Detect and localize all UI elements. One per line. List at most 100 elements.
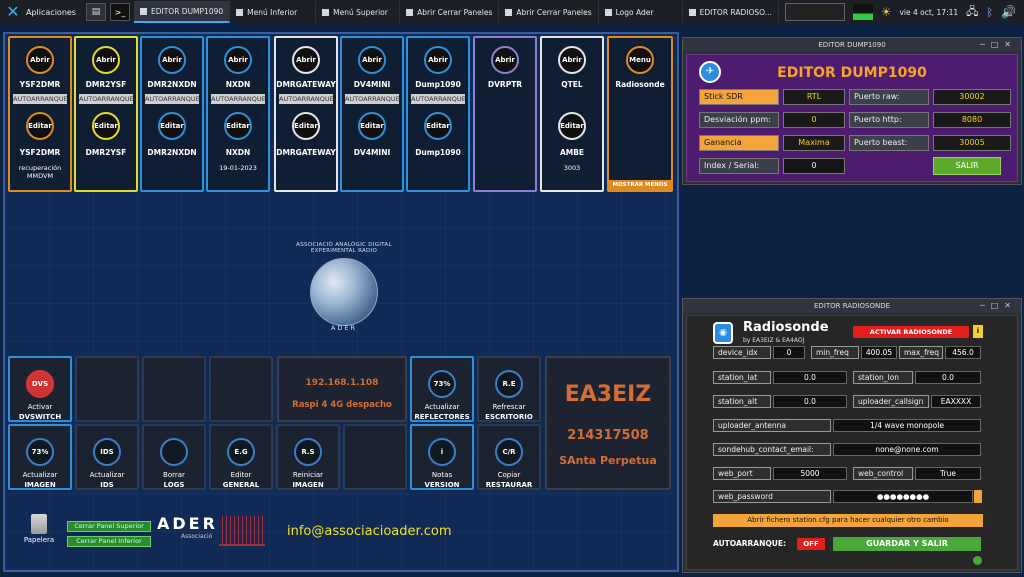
stick-sdr-dropdown[interactable]: Stick SDR (699, 89, 779, 105)
open-button[interactable]: Abrir (224, 46, 252, 74)
bottom-tile-r1b-2[interactable]: R.E Refrescar ESCRITORIO (477, 356, 541, 422)
open-button[interactable]: Menu (626, 46, 654, 74)
device-idx-input[interactable]: 0 (773, 346, 805, 359)
task-abrir-cerrar-paneles-1[interactable]: Abrir Cerrar Paneles (400, 1, 500, 23)
open-station-cfg-button[interactable]: Abrir fichero station.cfg para hacer cua… (713, 514, 983, 527)
autostart-button[interactable]: AUTOARRANQUE (279, 94, 334, 104)
station-lon-input[interactable]: 0.0 (915, 371, 981, 384)
open-button[interactable]: Abrir (26, 46, 54, 74)
show-password-icon[interactable] (974, 490, 982, 503)
station-lat-input[interactable]: 0.0 (773, 371, 847, 384)
terminal-icon[interactable]: >_ (109, 3, 130, 21)
close-top-panel-button[interactable]: Cerrar Panel Superior (67, 521, 151, 532)
app-name: DV4MINI (353, 80, 391, 89)
autostart-button[interactable]: AUTOARRANQUE (345, 94, 400, 104)
http-port-input[interactable]: 8080 (933, 112, 1011, 128)
window-controls[interactable]: ─□✕ (980, 299, 1017, 313)
bottom-tile-r2-2[interactable]: IDS Actualizar IDS (75, 424, 139, 490)
beast-port-input[interactable]: 30005 (933, 135, 1011, 151)
clock[interactable]: vie 4 oct, 17:11 (899, 8, 958, 17)
web-port-input[interactable]: 5000 (773, 467, 847, 480)
web-password-input[interactable]: ●●●●●●●● (833, 490, 973, 503)
beast-port-label: Puerto beast: (849, 135, 929, 151)
task-abrir-cerrar-paneles-2[interactable]: Abrir Cerrar Paneles (499, 1, 599, 23)
radiosonde-app-icon: ◉ (713, 322, 733, 344)
window-titlebar[interactable]: EDITOR RADIOSONDE ─□✕ (683, 299, 1021, 313)
open-button[interactable]: Abrir (92, 46, 120, 74)
autostart-button[interactable]: AUTOARRANQUE (13, 94, 68, 104)
window-titlebar[interactable]: EDITOR DUMP1090 ─□✕ (683, 38, 1021, 52)
cpu-graph-icon (852, 4, 873, 20)
raw-port-input[interactable]: 30002 (933, 89, 1011, 105)
open-button[interactable]: Abrir (158, 46, 186, 74)
contact-email-input[interactable]: none@none.com (833, 443, 981, 456)
index-serial-input[interactable]: 0 (783, 158, 845, 174)
workspace-switcher-icon[interactable] (784, 3, 845, 21)
bottom-tile-r2-7[interactable]: i Notas VERSION (410, 424, 474, 490)
uploader-callsign-input[interactable]: EAXXXX (931, 395, 981, 408)
autostart-button[interactable]: AUTOARRANQUE (145, 94, 200, 104)
task-menu-inferior[interactable]: Menú Inferior (230, 1, 317, 23)
gain-dropdown[interactable]: Ganancia (699, 135, 779, 151)
bottom-tile-r1-1[interactable]: DVS Activar DVSWITCH (8, 356, 72, 422)
bottom-tile-r2-8[interactable]: C/R Copiar RESTAURAR (477, 424, 541, 490)
max-freq-input[interactable]: 456.0 (945, 346, 981, 359)
save-and-exit-button[interactable]: GUARDAR Y SALIR (833, 537, 981, 551)
gain-value[interactable]: Maxima (783, 135, 845, 151)
edit-button[interactable]: Editar (92, 112, 120, 140)
window-icon (688, 8, 696, 16)
bluetooth-icon[interactable]: ᛒ (986, 6, 993, 19)
bottom-tile-r2-3[interactable]: Borrar LOGS (142, 424, 206, 490)
edit-button[interactable]: Editar (26, 112, 54, 140)
edit-button[interactable]: Editar (424, 112, 452, 140)
task-logo-ader[interactable]: Logo Ader (599, 1, 683, 23)
bottom-tile-r2-5[interactable]: R.S Reiniciar IMAGEN (276, 424, 340, 490)
task-menu-superior[interactable]: Menú Superior (316, 1, 401, 23)
autostart-toggle[interactable]: OFF (797, 538, 825, 550)
volume-icon[interactable]: 🔊 (1001, 5, 1016, 19)
web-port-label: web_port (713, 467, 771, 480)
close-bottom-panel-button[interactable]: Cerrar Panel Inferior (67, 536, 151, 547)
station-alt-input[interactable]: 0.0 (773, 395, 847, 408)
open-button[interactable]: Abrir (558, 46, 586, 74)
task-editor-radiosonde[interactable]: EDITOR RADIOSO... (683, 1, 779, 23)
min-freq-input[interactable]: 400.05 (861, 346, 897, 359)
weather-icon[interactable]: ☀ (881, 5, 892, 19)
autostart-button[interactable]: AUTOARRANQUE (411, 94, 466, 104)
desktop: ✕ Aplicaciones ▤ >_ EDITOR DUMP1090 Menú… (0, 0, 1024, 577)
open-button[interactable]: Abrir (292, 46, 320, 74)
show-less-button[interactable]: MOSTRAR MENOS (609, 180, 671, 190)
bottom-tile-r2-4[interactable]: E.G Editor GENERAL (209, 424, 273, 490)
main-panel: Abrir YSF2DMR AUTOARRANQUE Editar YSF2DMR rec… (3, 32, 679, 572)
uploader-antenna-input[interactable]: 1/4 wave monopole (833, 419, 981, 432)
edit-button[interactable]: Editar (358, 112, 386, 140)
network-icon[interactable]: 🖧 (966, 3, 978, 22)
bottom-tile-r2-1[interactable]: 73% Actualizar IMAGEN (8, 424, 72, 490)
task-editor-dump1090[interactable]: EDITOR DUMP1090 (133, 1, 231, 23)
bottom-tile-r1b-1[interactable]: 73% Actualizar REFLECTORES (410, 356, 474, 422)
applications-menu[interactable]: Aplicaciones (26, 8, 76, 17)
info-button[interactable]: i (973, 325, 983, 338)
station-lon-label: station_lon (853, 371, 913, 384)
edit-button[interactable]: Editar (292, 112, 320, 140)
stick-sdr-value[interactable]: RTL (783, 89, 845, 105)
ppm-input[interactable]: 0 (783, 112, 845, 128)
activate-radiosonde-button[interactable]: ACTIVAR RADIOSONDE (853, 326, 969, 338)
file-manager-icon[interactable]: ▤ (85, 3, 106, 21)
open-button[interactable]: Abrir (424, 46, 452, 74)
radiosonde-body: ◉ Radiosonde by EA3EIZ & EA4AOJ ACTIVAR … (686, 315, 1018, 570)
autostart-button[interactable]: AUTOARRANQUE (211, 94, 266, 104)
edit-button[interactable]: Editar (558, 112, 586, 140)
web-control-input[interactable]: True (915, 467, 981, 480)
autostart-button[interactable]: AUTOARRANQUE (79, 94, 134, 104)
resize-grip-icon[interactable] (973, 556, 982, 565)
trash[interactable]: Papelera (19, 514, 59, 554)
tile-circle-icon: R.S (294, 438, 322, 466)
open-button[interactable]: Abrir (491, 46, 519, 74)
edit-button[interactable]: Editar (224, 112, 252, 140)
window-controls[interactable]: ─□✕ (980, 38, 1017, 52)
app-menu-logo-icon[interactable]: ✕ (4, 3, 22, 21)
exit-button[interactable]: SALIR (933, 157, 1001, 175)
edit-button[interactable]: Editar (158, 112, 186, 140)
open-button[interactable]: Abrir (358, 46, 386, 74)
